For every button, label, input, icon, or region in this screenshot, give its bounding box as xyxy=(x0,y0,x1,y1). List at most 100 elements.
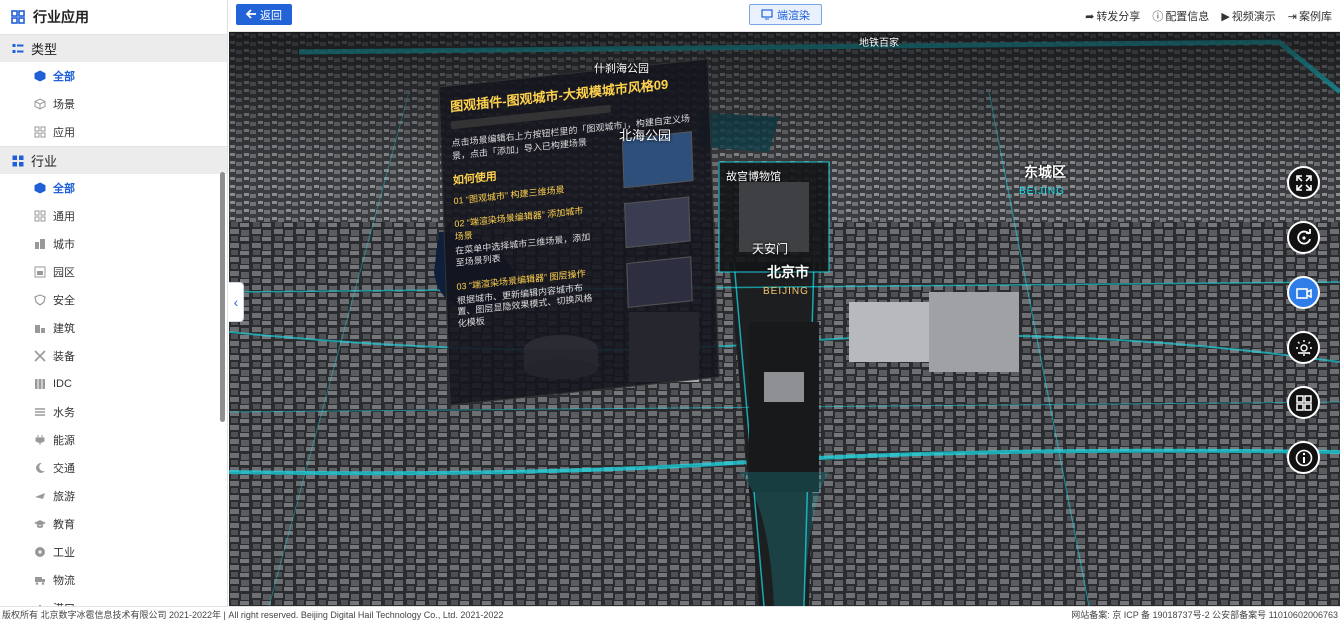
grid-icon xyxy=(34,210,46,222)
sidebar-item-label: 旅游 xyxy=(53,491,75,503)
list-icon xyxy=(12,43,24,53)
rotate-icon xyxy=(1296,228,1311,244)
sidebar-item-port[interactable]: 港口 xyxy=(0,594,227,606)
group-industry-header[interactable]: 行业 xyxy=(0,146,227,174)
sidebar-item-city[interactable]: 城市 xyxy=(0,230,227,258)
back-button[interactable]: 返回 xyxy=(236,4,292,25)
group-type-header[interactable]: 类型 xyxy=(0,34,227,62)
label-top-area[interactable]: 地铁百家 xyxy=(859,34,899,49)
plane-icon xyxy=(35,493,45,499)
footer-copyright: 版权所有 北京数字冰雹信息技术有限公司 2021-2022年 | All rig… xyxy=(2,610,504,620)
sidebar-item-type-app[interactable]: 应用 xyxy=(0,118,227,146)
sidebar-scrollbar[interactable] xyxy=(220,172,225,422)
group-industry-label: 行业 xyxy=(31,154,58,169)
sidebar-item-transport[interactable]: 交通 xyxy=(0,454,227,482)
city-3d-scene xyxy=(229,32,1340,606)
config-label: 配置信息 xyxy=(1165,11,1210,23)
shield-icon xyxy=(34,294,46,306)
sidebar-item-label: 能源 xyxy=(53,435,75,447)
render-button[interactable]: 端渲染 xyxy=(749,4,822,25)
sidebar-item-education[interactable]: 教育 xyxy=(0,510,227,538)
footer-icp[interactable]: 网站备案: 京 ICP 备 19018737号-2 公安部备案号 1101060… xyxy=(1071,608,1338,621)
water-icon xyxy=(35,408,45,416)
label-shichahai[interactable]: 什刹海公园 xyxy=(594,60,649,76)
building-icon xyxy=(35,239,45,249)
play-icon: ▶ xyxy=(1221,10,1230,23)
apps-icon xyxy=(12,155,24,166)
case-label: 案例库 xyxy=(1299,11,1332,23)
sidebar-header: 行业应用 xyxy=(0,0,227,34)
sidebar-item-security[interactable]: 安全 xyxy=(0,286,227,314)
sidebar-item-label: 建筑 xyxy=(53,323,75,335)
video-record-button[interactable] xyxy=(1287,276,1320,309)
layout-button[interactable] xyxy=(1287,386,1320,419)
sidebar-item-label: 应用 xyxy=(53,127,75,139)
sidebar-item-label: 装备 xyxy=(53,351,75,363)
rotate-button[interactable] xyxy=(1287,221,1320,254)
back-arrow-icon xyxy=(246,9,256,19)
panel-thumbnail-3 xyxy=(626,256,693,308)
back-button-label: 返回 xyxy=(260,9,282,22)
label-beijing-tag-1: BEIJING xyxy=(763,286,809,297)
weather-icon xyxy=(1295,339,1312,356)
top-actions: ➦ 转发分享 ⓘ 配置信息 ▶ 视频演示 ⇥ 案例库 xyxy=(1085,8,1332,24)
sidebar-item-label: 工业 xyxy=(53,547,75,559)
cube-icon xyxy=(34,182,46,194)
expand-icon xyxy=(1295,174,1312,191)
moon-icon xyxy=(36,462,45,473)
collapse-sidebar-button[interactable]: ‹ xyxy=(229,282,244,322)
video-icon xyxy=(1295,287,1312,299)
grid-icon xyxy=(34,126,46,138)
sidebar-item-logistics[interactable]: 物流 xyxy=(0,566,227,594)
sidebar: 行业应用 类型 全部 场景 应用 行业 全部 通用 城市 园区 安全 建筑 装备… xyxy=(0,0,228,606)
sidebar-item-type-scene[interactable]: 场景 xyxy=(0,90,227,118)
sidebar-item-construction[interactable]: 建筑 xyxy=(0,314,227,342)
render-button-label: 端渲染 xyxy=(777,9,810,22)
label-dongcheng[interactable]: 东城区 xyxy=(1024,162,1066,182)
share-button[interactable]: ➦ 转发分享 xyxy=(1085,8,1140,24)
chevron-left-icon: ‹ xyxy=(233,294,239,310)
sidebar-item-tourism[interactable]: 旅游 xyxy=(0,482,227,510)
top-toolbar: 返回 端渲染 ➦ 转发分享 ⓘ 配置信息 ▶ 视频演示 ⇥ 案例库 xyxy=(229,0,1340,32)
sidebar-item-label: 园区 xyxy=(53,267,75,279)
label-gugong[interactable]: 故宫博物馆 xyxy=(726,168,781,184)
truck-icon xyxy=(35,577,45,585)
label-tiananmen[interactable]: 天安门 xyxy=(752,240,788,257)
sidebar-item-label: 城市 xyxy=(53,239,75,251)
fullscreen-button[interactable] xyxy=(1287,166,1320,199)
sidebar-item-label: 通用 xyxy=(53,211,75,223)
footer: 版权所有 北京数字冰雹信息技术有限公司 2021-2022年 | All rig… xyxy=(0,606,1340,622)
sidebar-item-industry-all[interactable]: 全部 xyxy=(0,174,227,202)
map-viewport[interactable]: 图观插件-图观城市-大规模城市风格09 点击场景编辑右上方按钮栏里的「图观城市」… xyxy=(229,32,1340,606)
radiation-icon xyxy=(35,547,45,557)
park-icon xyxy=(34,266,46,278)
apps-icon xyxy=(11,10,25,24)
sidebar-item-label: 场景 xyxy=(53,99,75,111)
weather-button[interactable] xyxy=(1287,331,1320,364)
info-icon: ⓘ xyxy=(1152,11,1164,23)
sidebar-item-idc[interactable]: IDC xyxy=(0,370,227,398)
panel-thumbnail-2 xyxy=(624,196,691,249)
sidebar-item-label: 交通 xyxy=(53,463,75,475)
video-demo-button[interactable]: ▶ 视频演示 xyxy=(1221,8,1275,24)
sidebar-item-general[interactable]: 通用 xyxy=(0,202,227,230)
share-label: 转发分享 xyxy=(1096,11,1141,23)
sidebar-item-label: 全部 xyxy=(53,183,75,195)
sidebar-item-type-all[interactable]: 全部 xyxy=(0,62,227,90)
sidebar-item-water[interactable]: 水务 xyxy=(0,398,227,426)
sidebar-item-industry[interactable]: 工业 xyxy=(0,538,227,566)
info-button[interactable] xyxy=(1287,441,1320,474)
label-beijing-city[interactable]: 北京市 xyxy=(767,262,809,282)
case-library-button[interactable]: ⇥ 案例库 xyxy=(1288,8,1332,24)
tools-icon xyxy=(34,350,46,362)
exit-icon: ⇥ xyxy=(1287,10,1297,23)
sidebar-item-equipment[interactable]: 装备 xyxy=(0,342,227,370)
sidebar-title: 行业应用 xyxy=(33,9,89,25)
sidebar-item-park[interactable]: 园区 xyxy=(0,258,227,286)
sidebar-item-label: 教育 xyxy=(53,519,75,531)
sidebar-item-energy[interactable]: 能源 xyxy=(0,426,227,454)
label-beihai[interactable]: 北海公园 xyxy=(619,125,671,144)
building-icon xyxy=(35,325,45,333)
config-info-button[interactable]: ⓘ 配置信息 xyxy=(1152,8,1209,24)
video-label: 视频演示 xyxy=(1231,11,1276,23)
